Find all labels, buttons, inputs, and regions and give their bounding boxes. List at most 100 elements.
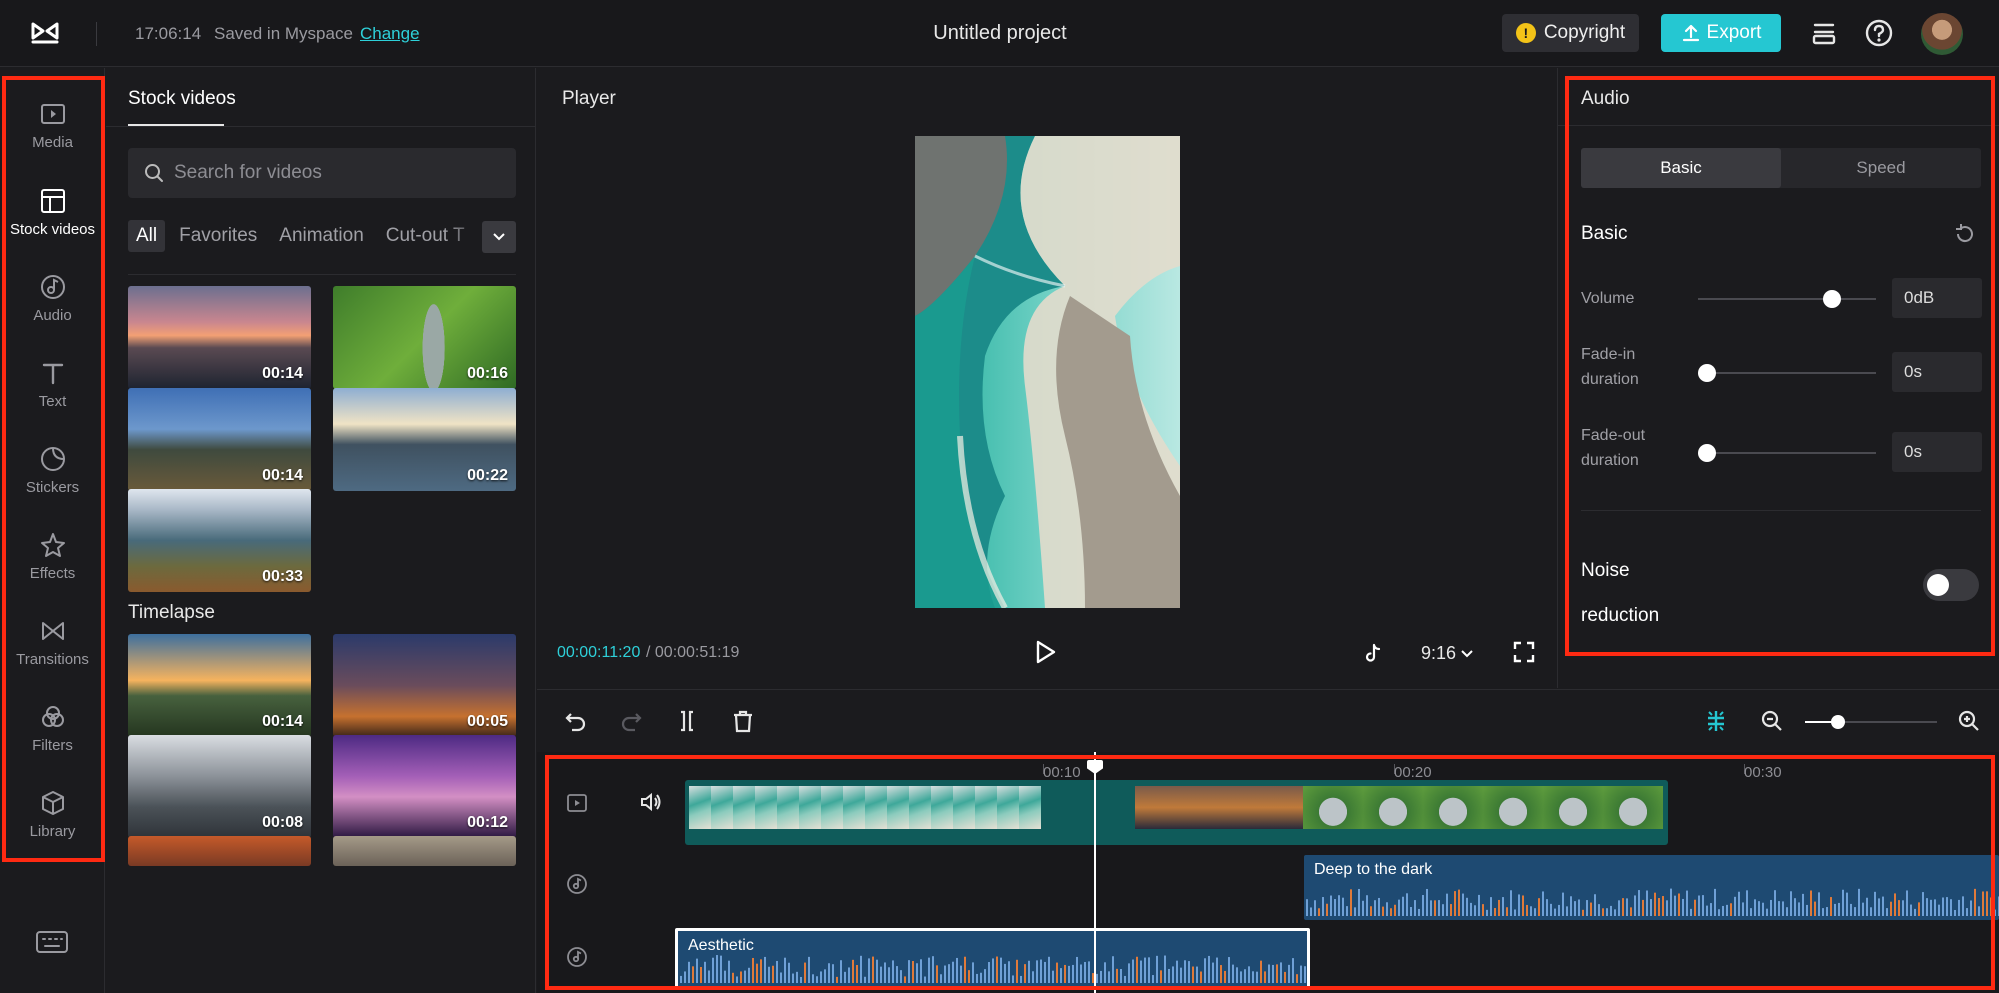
noise-reduction-toggle[interactable]	[1923, 569, 1979, 601]
video-clip[interactable]	[685, 780, 1668, 845]
waveform-bar	[1196, 966, 1198, 983]
filter-favorites[interactable]: Favorites	[171, 220, 265, 252]
waveform-bar	[840, 960, 842, 983]
waveform-bar	[744, 970, 746, 983]
copyright-button[interactable]: ! Copyright	[1502, 14, 1639, 52]
change-location-link[interactable]: Change	[360, 24, 420, 44]
stock-video-thumb[interactable]	[128, 836, 311, 866]
tab-basic[interactable]: Basic	[1581, 148, 1781, 188]
nav-item-text[interactable]: Text	[0, 353, 105, 433]
audio-clip-deep-to-the-dark[interactable]: Deep to the dark	[1304, 855, 1999, 920]
zoom-in-icon[interactable]	[1956, 708, 1982, 734]
filter-all[interactable]: All	[128, 220, 166, 252]
waveform-bar	[1970, 900, 1972, 916]
timeline[interactable]: 00:10 00:20 00:30 Deep to the dark Aesth…	[537, 752, 1999, 993]
fade-in-slider-handle[interactable]	[1698, 364, 1716, 382]
stock-video-thumb[interactable]: 00:16	[333, 286, 516, 389]
tiktok-icon[interactable]	[1362, 642, 1384, 664]
audio-clip-aesthetic[interactable]: Aesthetic	[675, 928, 1310, 990]
volume-value-field[interactable]: 0dB	[1892, 278, 1982, 318]
nav-item-filters[interactable]: Filters	[0, 697, 105, 777]
delete-icon[interactable]	[730, 708, 756, 734]
zoom-slider[interactable]	[1805, 715, 1937, 729]
search-box[interactable]	[128, 148, 516, 198]
layers-menu-icon[interactable]	[1809, 18, 1839, 48]
waveform-bar	[1276, 964, 1278, 983]
help-icon[interactable]	[1864, 18, 1894, 48]
nav-item-audio[interactable]: Audio	[0, 267, 105, 347]
user-avatar[interactable]	[1921, 13, 1963, 55]
waveform-bar	[1750, 908, 1752, 916]
stock-video-thumb[interactable]: 00:14	[128, 634, 311, 737]
save-time: 17:06:14	[135, 24, 202, 43]
waveform-bar	[1754, 899, 1756, 916]
play-icon[interactable]	[1032, 639, 1058, 665]
zoom-out-icon[interactable]	[1759, 708, 1785, 734]
fade-in-label: Fade-in duration	[1581, 342, 1639, 392]
clip-frame	[711, 786, 733, 829]
snap-icon[interactable]	[1703, 708, 1729, 734]
waveform-bar	[1184, 960, 1186, 983]
waveform-bar	[1958, 899, 1960, 916]
nav-item-stock-videos[interactable]: Stock videos	[0, 181, 105, 261]
waveform-bar	[1200, 971, 1202, 983]
waveform-bar	[1148, 957, 1150, 983]
fade-in-slider[interactable]	[1698, 364, 1876, 382]
waveform-bar	[1694, 899, 1696, 916]
stock-video-thumb[interactable]: 00:14	[128, 388, 311, 491]
waveform-bar	[1506, 907, 1508, 916]
capcut-logo-icon[interactable]	[30, 20, 60, 46]
waveform-bar	[1486, 909, 1488, 916]
search-input[interactable]	[174, 148, 504, 198]
stock-video-thumb[interactable]: 00:08	[128, 735, 311, 838]
waveform-bar	[844, 971, 846, 983]
playhead[interactable]	[1087, 752, 1103, 993]
nav-item-transitions[interactable]: Transitions	[0, 611, 105, 691]
nav-item-media[interactable]: Media	[0, 94, 105, 174]
filter-dropdown-button[interactable]	[482, 221, 516, 253]
waveform-bar	[1426, 888, 1428, 916]
waveform-bar	[936, 965, 938, 983]
waveform-bar	[1378, 897, 1380, 916]
noise-label-line-2: reduction	[1581, 605, 1660, 626]
fullscreen-icon[interactable]	[1512, 640, 1536, 664]
undo-icon[interactable]	[563, 708, 589, 734]
waveform-bar	[1358, 888, 1360, 916]
waveform-bar	[1770, 899, 1772, 916]
project-title[interactable]: Untitled project	[900, 22, 1100, 45]
stock-video-thumb[interactable]: 00:05	[333, 634, 516, 737]
nav-item-library[interactable]: Library	[0, 783, 105, 863]
stock-video-thumb[interactable]: 00:14	[128, 286, 311, 389]
split-icon[interactable]	[674, 708, 700, 734]
zoom-slider-handle[interactable]	[1831, 715, 1845, 729]
filter-animation[interactable]: Animation	[271, 220, 372, 252]
stock-video-thumb[interactable]: 00:12	[333, 735, 516, 838]
aspect-ratio-select[interactable]: 9:16	[1421, 643, 1473, 664]
waveform-bar	[816, 976, 818, 983]
fade-out-value-field[interactable]: 0s	[1892, 432, 1982, 472]
waveform-bar	[1534, 908, 1536, 916]
warning-icon: !	[1515, 23, 1536, 43]
reset-icon[interactable]	[1953, 222, 1977, 246]
mute-track-icon[interactable]	[639, 790, 663, 814]
volume-slider[interactable]	[1698, 290, 1876, 308]
waveform-bar	[1060, 968, 1062, 983]
waveform-bar	[1650, 899, 1652, 916]
nav-item-effects[interactable]: Effects	[0, 525, 105, 605]
waveform-bar	[1630, 907, 1632, 916]
export-button[interactable]: Export	[1661, 14, 1781, 52]
video-preview[interactable]	[915, 136, 1180, 608]
waveform-bar	[1686, 890, 1688, 916]
waveform-bar	[1366, 895, 1368, 916]
nav-item-stickers[interactable]: Stickers	[0, 439, 105, 519]
waveform-bar	[952, 961, 954, 983]
stock-video-thumb[interactable]: 00:33	[128, 489, 311, 592]
tab-speed[interactable]: Speed	[1781, 148, 1981, 188]
fade-in-value-field[interactable]: 0s	[1892, 352, 1982, 392]
stock-video-thumb[interactable]	[333, 836, 516, 866]
volume-slider-handle[interactable]	[1822, 290, 1841, 308]
stock-video-thumb[interactable]: 00:22	[333, 388, 516, 491]
keyboard-shortcuts-icon[interactable]	[35, 930, 69, 954]
fade-out-slider[interactable]	[1698, 444, 1876, 462]
fade-out-slider-handle[interactable]	[1698, 444, 1716, 462]
